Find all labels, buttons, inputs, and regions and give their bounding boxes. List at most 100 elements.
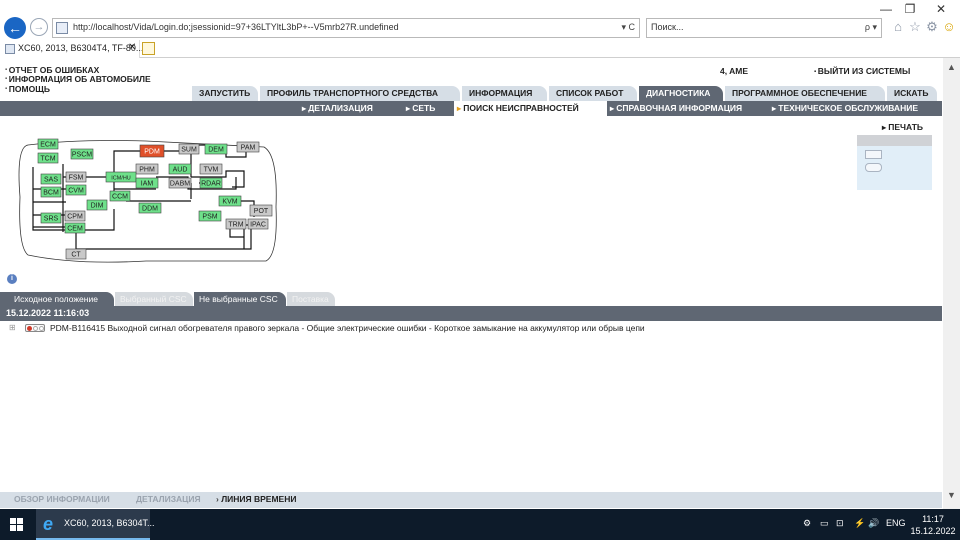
tab-vehicle-profile[interactable]: ПРОФИЛЬ ТРАНСПОРТНОГО СРЕДСТВА: [260, 86, 460, 101]
start-button[interactable]: [10, 518, 24, 532]
info-icon[interactable]: i: [7, 274, 17, 284]
printer-icon[interactable]: [865, 150, 882, 159]
tab-software[interactable]: ПРОГРАММНОЕ ОБЕСПЕЧЕНИЕ: [725, 86, 885, 101]
status-dot-red: [27, 326, 32, 331]
home-icon[interactable]: ⌂: [890, 19, 906, 35]
subtab-network[interactable]: СЕТЬ: [406, 101, 435, 116]
bottom-tab-details[interactable]: ДЕТАЛИЗАЦИЯ: [136, 494, 201, 504]
module-label: BCM: [43, 190, 59, 197]
vehicle-network-diagram: ECM TCM PSCM PDM SUM DEM PAM SAS FSM PHM AUD TVM ICM…: [18, 138, 277, 263]
print-panel: [857, 135, 932, 190]
menu-help[interactable]: ПОМОЩЬ: [5, 84, 151, 94]
logout-link[interactable]: ВЫЙТИ ИЗ СИСТЕМЫ: [814, 66, 910, 76]
module-label: IAM: [141, 181, 154, 188]
module-label: CT: [71, 252, 81, 259]
module-label: ECM: [40, 142, 56, 149]
clock-time[interactable]: 11:17: [918, 514, 948, 524]
tray-network-icon[interactable]: ⊡: [836, 518, 844, 529]
tray-battery-icon[interactable]: ▭: [820, 518, 829, 529]
vida-app: ОТЧЕТ ОБ ОШИБКАХ ИНФОРМАЦИЯ ОБ АВТОМОБИЛ…: [0, 58, 942, 509]
windows-logo-pane: [17, 518, 23, 524]
feedback-smiley-icon[interactable]: ☺: [941, 19, 957, 35]
expand-icon[interactable]: ⊞: [9, 323, 16, 332]
tab-favicon-icon: [5, 44, 15, 54]
address-bar[interactable]: http://localhost/Vida/Login.do;jsessioni…: [52, 18, 640, 38]
vertical-scrollbar[interactable]: ▲ ▼: [943, 58, 960, 509]
filter-tabs: Исходное положение Выбранный CSC Не выбр…: [0, 292, 336, 306]
dtc-row[interactable]: ⊞ PDM-B116415 Выходной сигнал обогревате…: [0, 323, 942, 335]
filter-tab-initial[interactable]: Исходное положение: [0, 292, 114, 306]
module-label: IPAC: [250, 222, 266, 229]
module-label: TVM: [204, 167, 219, 174]
search-icon[interactable]: ρ ▾: [865, 22, 877, 33]
module-label: POT: [254, 208, 269, 215]
subtab-details[interactable]: ДЕТАЛИЗАЦИЯ: [302, 101, 373, 116]
favorites-icon[interactable]: ☆: [907, 19, 923, 35]
tray-app-icon[interactable]: ⚙: [803, 518, 811, 529]
scroll-down-icon[interactable]: ▼: [947, 490, 956, 500]
windows-logo-pane: [10, 518, 16, 524]
module-label: DIM: [91, 203, 104, 210]
module-label: DEM: [208, 147, 224, 154]
print-link[interactable]: ПЕЧАТЬ: [882, 122, 923, 132]
left-menu: ОТЧЕТ ОБ ОШИБКАХ ИНФОРМАЦИЯ ОБ АВТОМОБИЛ…: [5, 65, 151, 94]
dtc-text[interactable]: PDM-B116415 Выходной сигнал обогревателя…: [50, 323, 645, 333]
close-window-button[interactable]: ✕: [929, 2, 953, 16]
tab-start[interactable]: ЗАПУСТИТЬ: [192, 86, 258, 101]
status-dot-empty: [39, 326, 44, 331]
browser-tab[interactable]: XC60, 2013, B6304T4, TF-80... ✕: [0, 40, 143, 58]
browser-tab-row: XC60, 2013, B6304T4, TF-80... ✕: [0, 40, 960, 58]
tab-search[interactable]: ИСКАТЬ: [887, 86, 937, 101]
subtab-troubleshooting[interactable]: ПОИСК НЕИСПРАВНОСТЕЙ: [454, 101, 607, 116]
module-label: SUM: [181, 147, 197, 154]
tab-information[interactable]: ИНФОРМАЦИЯ: [462, 86, 547, 101]
tray-volume-icon[interactable]: 🔊: [868, 518, 879, 529]
address-row: ← → http://localhost/Vida/Login.do;jsess…: [0, 16, 960, 40]
subtab-reference[interactable]: СПРАВОЧНАЯ ИНФОРМАЦИЯ: [610, 101, 742, 116]
back-button[interactable]: ←: [4, 17, 26, 39]
tab-diagnostics[interactable]: ДИАГНОСТИКА: [639, 86, 723, 101]
filter-tab-selected-csc[interactable]: Выбранный CSC: [115, 292, 193, 306]
url-dropdown-refresh[interactable]: ▾ C: [621, 22, 635, 33]
module-label: PSCM: [72, 152, 92, 159]
module-label: PSM: [202, 214, 217, 221]
dtc-status-indicator: [25, 324, 45, 332]
clock-date[interactable]: 15.12.2022: [908, 526, 958, 536]
minimize-button[interactable]: —: [874, 2, 898, 16]
module-label: TCM: [40, 156, 55, 163]
internet-explorer-icon: e: [43, 514, 54, 534]
sub-tabs: ДЕТАЛИЗАЦИЯ СЕТЬ ПОИСК НЕИСПРАВНОСТЕЙ СП…: [192, 101, 942, 116]
key-icon[interactable]: [865, 163, 882, 172]
search-placeholder: Поиск...: [651, 22, 684, 32]
filter-tab-delivery[interactable]: Поставка: [287, 292, 335, 306]
search-input[interactable]: Поиск... ρ ▾: [646, 18, 882, 38]
module-label: CEM: [67, 226, 83, 233]
subtab-bar-left: [0, 101, 192, 116]
module-label: TRM: [228, 222, 243, 229]
module-label: PHM: [139, 167, 155, 174]
restore-button[interactable]: ❐: [898, 2, 922, 16]
subtab-maintenance[interactable]: ТЕХНИЧЕСКОЕ ОБСЛУЖИВАНИЕ: [772, 101, 918, 116]
module-label: SRS: [44, 216, 59, 223]
tray-language[interactable]: ENG: [886, 518, 906, 528]
module-label: CCM: [112, 194, 128, 201]
module-label: CVM: [68, 188, 84, 195]
module-label: KVM: [222, 199, 237, 206]
module-label: PDM: [144, 149, 160, 156]
forward-button[interactable]: →: [30, 18, 48, 36]
filter-tab-unselected-csc[interactable]: Не выбранные CSC: [194, 292, 286, 306]
settings-icon[interactable]: ⚙: [924, 19, 940, 35]
bottom-tab-timeline[interactable]: ЛИНИЯ ВРЕМЕНИ: [216, 494, 296, 504]
taskbar-ie-item[interactable]: e XC60, 2013, B6304T...: [36, 509, 155, 540]
tab-work-list[interactable]: СПИСОК РАБОТ: [549, 86, 637, 101]
bottom-tab-overview[interactable]: ОБЗОР ИНФОРМАЦИИ: [14, 494, 110, 504]
url-text[interactable]: http://localhost/Vida/Login.do;jsessioni…: [73, 22, 399, 32]
module-label: RDAR: [201, 181, 221, 188]
main-tabs: ЗАПУСТИТЬ ПРОФИЛЬ ТРАНСПОРТНОГО СРЕДСТВА…: [192, 86, 939, 101]
scroll-up-icon[interactable]: ▲: [947, 62, 956, 72]
windows-taskbar: e XC60, 2013, B6304T... ⚙ ▭ ⊡ ⚡ 🔊 ENG 11…: [0, 509, 960, 540]
new-tab-button[interactable]: [142, 42, 155, 55]
tray-power-icon[interactable]: ⚡: [854, 518, 865, 529]
tab-close-icon[interactable]: ✕: [128, 42, 136, 53]
windows-logo-pane: [10, 525, 16, 531]
